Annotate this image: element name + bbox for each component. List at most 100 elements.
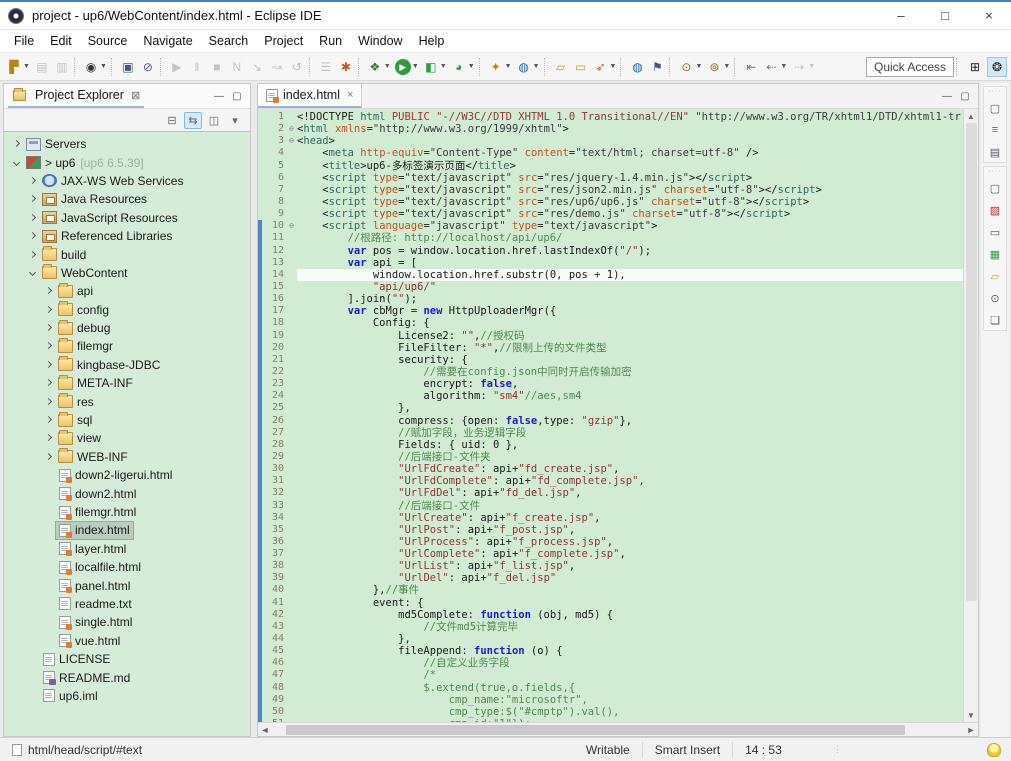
line-number[interactable]: 16 <box>262 293 286 305</box>
tree-item-web-inf[interactable]: WEB-INF <box>4 448 250 466</box>
tree-item-filemgr[interactable]: filemgr <box>4 337 250 355</box>
menu-file[interactable]: File <box>6 31 42 51</box>
profile-icon[interactable]: ◕ ▼ <box>449 56 477 78</box>
line-number[interactable]: 46 <box>262 657 286 669</box>
scroll-down-icon[interactable]: ▼ <box>964 708 978 722</box>
chevron-right-icon[interactable] <box>42 323 56 333</box>
horizontal-scroll-thumb[interactable] <box>286 724 906 735</box>
explorer-maximize-icon[interactable]: ▢ <box>228 89 246 103</box>
tree-item-panel.html[interactable]: panel.html <box>4 576 250 594</box>
file-explorer-icon[interactable]: ▱ <box>987 268 1004 284</box>
view-menu-icon[interactable]: ▾ <box>226 112 244 129</box>
tree-item-meta-inf[interactable]: META-INF <box>4 374 250 392</box>
line-number[interactable]: 8 <box>262 196 286 208</box>
tree-item-debug[interactable]: debug <box>4 319 250 337</box>
explorer-minimize-icon[interactable]: — <box>210 89 228 103</box>
line-number[interactable]: 7 <box>262 184 286 196</box>
line-number[interactable]: 42 <box>262 609 286 621</box>
line-number[interactable]: 29 <box>262 451 286 463</box>
menu-help[interactable]: Help <box>411 31 453 51</box>
line-number[interactable]: 22 <box>262 366 286 378</box>
line-number[interactable]: 10 <box>262 220 286 232</box>
chevron-right-icon[interactable] <box>26 213 40 223</box>
tree-item-api[interactable]: api <box>4 282 250 300</box>
line-number[interactable]: 2 <box>262 123 286 135</box>
tree-item-filemgr.html[interactable]: filemgr.html <box>4 503 250 521</box>
line-number[interactable]: 32 <box>262 487 286 499</box>
vertical-scroll-thumb[interactable] <box>965 123 977 602</box>
line-number[interactable]: 12 <box>262 245 286 257</box>
tree-item-single.html[interactable]: single.html <box>4 613 250 631</box>
line-number[interactable]: 41 <box>262 597 286 609</box>
tree-item-webcontent[interactable]: WebContent <box>4 264 250 282</box>
tree-item-vue.html[interactable]: vue.html <box>4 632 250 650</box>
menu-window[interactable]: Window <box>350 31 410 51</box>
chevron-down-icon[interactable] <box>10 158 24 168</box>
line-number[interactable]: 9 <box>262 208 286 220</box>
close-button[interactable]: × <box>967 3 1011 29</box>
chevron-right-icon[interactable] <box>42 415 56 425</box>
run-icon[interactable]: ▶ ▼ <box>393 56 421 78</box>
skip-breakpoints-icon[interactable]: ⊘ <box>138 56 158 78</box>
line-number[interactable]: 47 <box>262 669 286 681</box>
scroll-left-icon[interactable]: ◄ <box>258 725 272 735</box>
line-number[interactable]: 30 <box>262 463 286 475</box>
tree-item-up6[interactable]: > up6 [up6 6.5.39] <box>4 153 250 171</box>
menu-project[interactable]: Project <box>256 31 311 51</box>
new-web-wizard-icon[interactable]: ✦ ▼ <box>486 56 514 78</box>
line-number[interactable]: 4 <box>262 147 286 159</box>
templates-icon[interactable]: ▤ <box>987 144 1004 160</box>
chevron-right-icon[interactable] <box>42 378 56 388</box>
tip-lightbulb-icon[interactable] <box>987 742 1001 757</box>
restore-view-icon[interactable]: ▢ <box>987 100 1004 116</box>
open-perspective-icon[interactable]: ⊞ <box>965 57 985 77</box>
line-number[interactable]: 40 <box>262 584 286 596</box>
line-number[interactable]: 35 <box>262 524 286 536</box>
line-number[interactable]: 13 <box>262 257 286 269</box>
line-number[interactable]: 28 <box>262 439 286 451</box>
line-number[interactable]: 27 <box>262 427 286 439</box>
internal-web-icon[interactable]: ◍ <box>627 56 647 78</box>
jee-perspective-icon[interactable]: ❂ <box>987 56 1007 77</box>
tree-item-build[interactable]: build <box>4 245 250 263</box>
back-icon[interactable]: ⇠ ▼ <box>761 56 789 78</box>
line-number[interactable]: 6 <box>262 172 286 184</box>
chevron-right-icon[interactable] <box>42 341 56 351</box>
line-number[interactable]: 50 <box>262 706 286 718</box>
line-number[interactable]: 37 <box>262 548 286 560</box>
chevron-right-icon[interactable] <box>10 139 24 149</box>
chevron-right-icon[interactable] <box>42 433 56 443</box>
link-with-editor-icon[interactable]: ⇆ <box>184 111 202 129</box>
line-number[interactable]: 48 <box>262 682 286 694</box>
line-number[interactable]: 11 <box>262 232 286 244</box>
chevron-right-icon[interactable] <box>42 305 56 315</box>
fold-collapse-icon[interactable]: ⊖ <box>286 220 297 232</box>
line-number[interactable]: 21 <box>262 354 286 366</box>
tree-item-readme.txt[interactable]: readme.txt <box>4 595 250 613</box>
line-number[interactable]: 18 <box>262 317 286 329</box>
line-number[interactable]: 39 <box>262 572 286 584</box>
tree-item-down2.html[interactable]: down2.html <box>4 484 250 502</box>
quick-access-box[interactable]: Quick Access <box>866 56 954 77</box>
debug-icon[interactable]: ❖ ▼ <box>365 56 393 78</box>
import-icon[interactable]: ▭ <box>571 56 591 78</box>
chevron-right-icon[interactable] <box>26 250 40 260</box>
editor-tab-close-icon[interactable]: × <box>347 89 353 101</box>
tree-item-javaresources[interactable]: Java Resources <box>4 190 250 208</box>
chevron-right-icon[interactable] <box>26 194 40 204</box>
line-number[interactable]: 5 <box>262 160 286 172</box>
fold-collapse-icon[interactable]: ⊖ <box>286 123 297 135</box>
line-number[interactable]: 1 <box>262 111 286 123</box>
user-account-icon[interactable]: ◉ ▼ <box>81 56 109 78</box>
minimize-button[interactable]: – <box>879 3 923 29</box>
annotate-person-icon[interactable]: ⊚ ▼ <box>704 56 732 78</box>
line-number[interactable]: 36 <box>262 536 286 548</box>
line-number[interactable]: 25 <box>262 402 286 414</box>
line-number[interactable]: 33 <box>262 500 286 512</box>
chevron-right-icon[interactable] <box>42 360 56 370</box>
tree-item-localfile.html[interactable]: localfile.html <box>4 558 250 576</box>
validate-icon[interactable]: ⚑ <box>647 56 667 78</box>
snippets-icon[interactable]: ▨ <box>987 202 1004 218</box>
menu-search[interactable]: Search <box>201 31 257 51</box>
tree-item-res[interactable]: res <box>4 392 250 410</box>
